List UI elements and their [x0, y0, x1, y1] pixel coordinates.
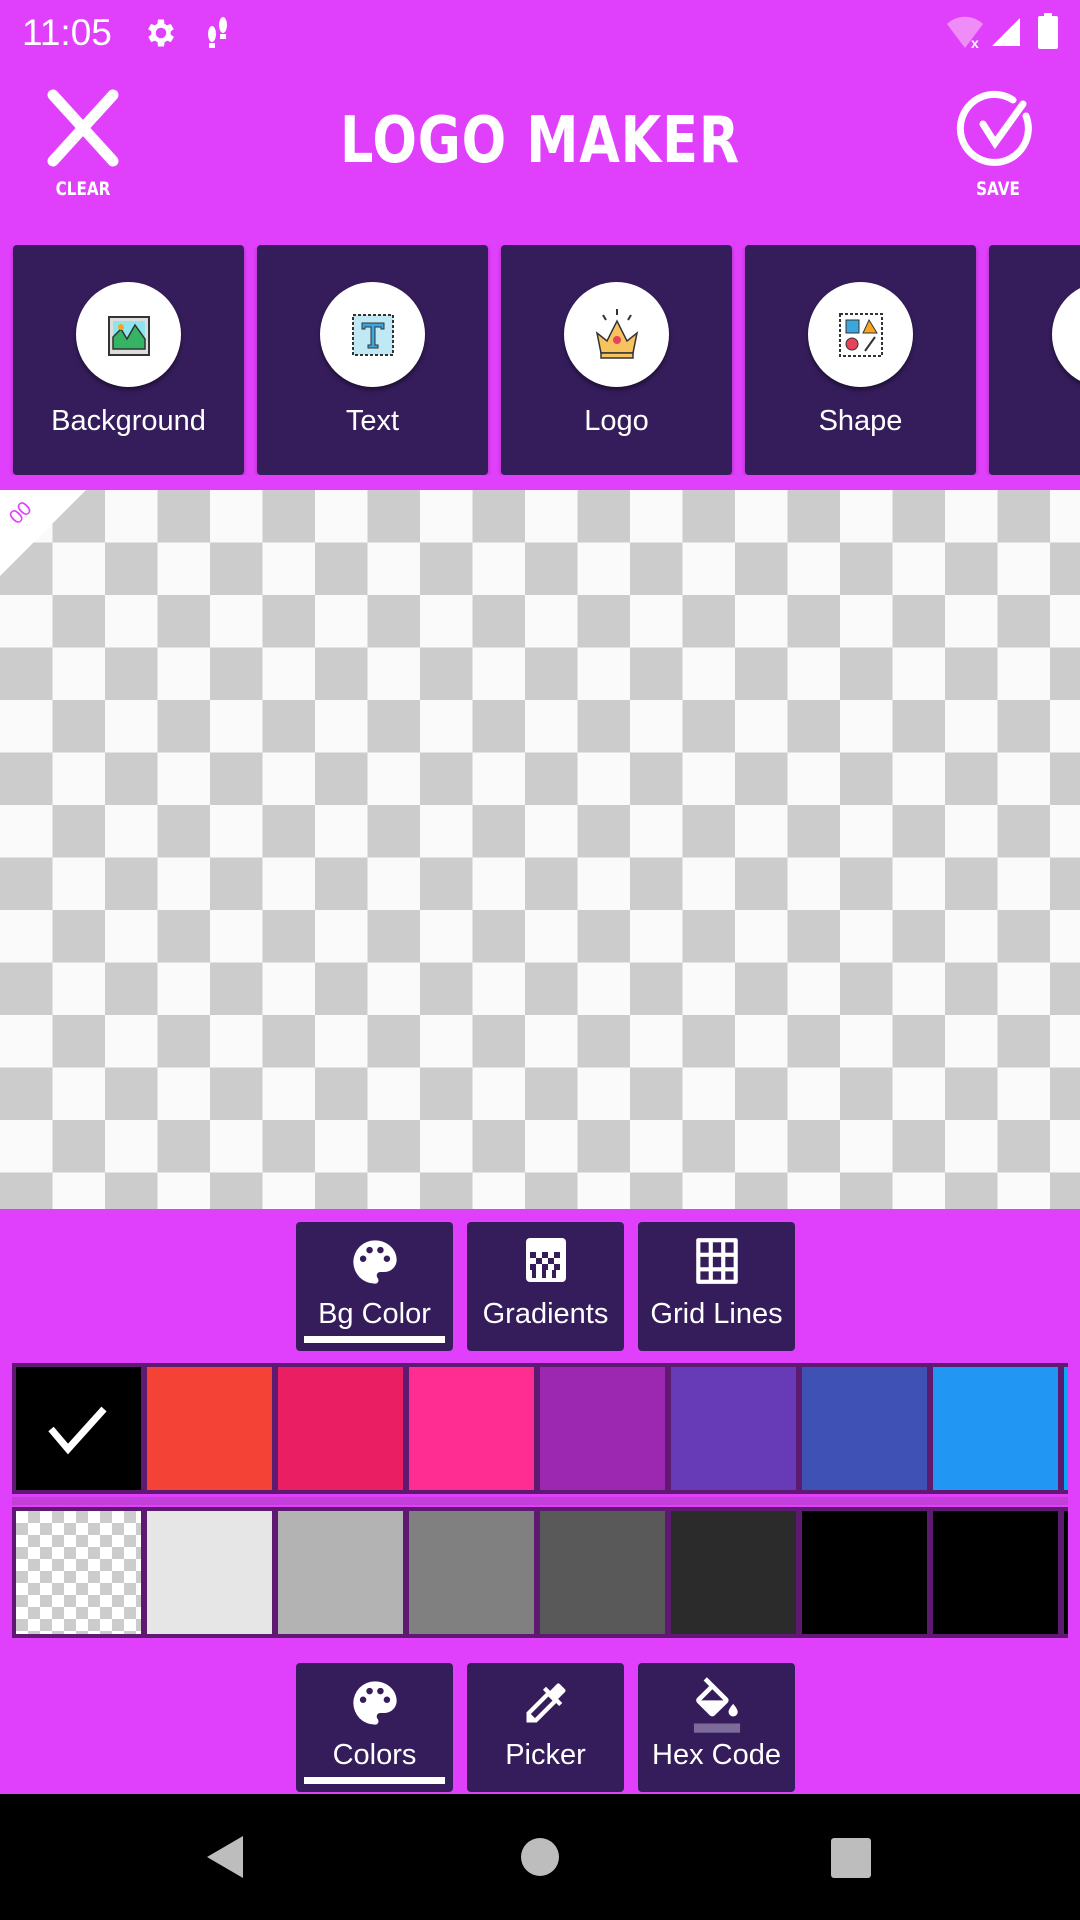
color-swatch[interactable] [1064, 1367, 1068, 1490]
tool-logo[interactable]: Logo [501, 245, 732, 475]
signal-icon [992, 18, 1020, 46]
color-swatch[interactable] [671, 1367, 796, 1490]
status-bar: 11:05 x [0, 0, 1080, 72]
icon-circle [1052, 282, 1080, 387]
palette-row-primary[interactable] [12, 1363, 1068, 1494]
text-box-icon [351, 313, 394, 356]
color-swatch[interactable] [540, 1511, 665, 1634]
tab-label: Picker [505, 1739, 586, 1771]
tab-picker[interactable]: Picker [467, 1663, 624, 1792]
tab-grid-lines[interactable]: Grid Lines [638, 1222, 795, 1351]
palette-row-grays[interactable] [12, 1507, 1068, 1638]
wifi-off-icon: x [947, 16, 983, 50]
tool-label: Shape [818, 405, 903, 437]
navigation-bar [0, 1794, 1080, 1920]
tab-colors[interactable]: Colors [296, 1663, 453, 1792]
shapes-icon [838, 312, 883, 357]
icon-circle [320, 282, 425, 387]
icon-circle [808, 282, 913, 387]
tool-draw[interactable]: Dr [989, 245, 1080, 475]
tool-text[interactable]: Text [257, 245, 488, 475]
color-swatch[interactable] [1064, 1511, 1068, 1634]
tool-label: Logo [584, 405, 649, 437]
svg-text:x: x [971, 35, 979, 50]
palette-icon [352, 1240, 397, 1284]
home-icon[interactable] [520, 1837, 560, 1877]
crown-icon [595, 308, 638, 359]
color-swatch[interactable] [147, 1367, 272, 1490]
palette-divider [12, 1497, 1068, 1505]
tab-label: Grid Lines [650, 1298, 783, 1330]
color-swatch[interactable] [802, 1511, 927, 1634]
color-swatch[interactable] [16, 1511, 141, 1634]
selected-indicator [304, 1336, 445, 1343]
icon-circle [76, 282, 181, 387]
tab-gradients[interactable]: Gradients [467, 1222, 624, 1351]
color-swatch[interactable] [16, 1367, 141, 1490]
footsteps-icon [208, 17, 227, 48]
gradient-icon [525, 1238, 566, 1282]
color-swatch[interactable] [409, 1367, 534, 1490]
palette-icon [352, 1681, 397, 1725]
tab-label: Hex Code [652, 1739, 781, 1771]
selected-indicator [304, 1777, 445, 1784]
color-swatch[interactable] [802, 1367, 927, 1490]
icon-circle [564, 282, 669, 387]
app-title: LOGO MAKER [339, 104, 741, 178]
tool-shape[interactable]: Shape [745, 245, 976, 475]
check-circle-icon [956, 90, 1032, 166]
settings-icon [148, 19, 174, 47]
tool-label: Background [51, 405, 206, 437]
save-label: SAVE [976, 178, 1020, 200]
picture-icon [107, 315, 150, 356]
color-swatch[interactable] [671, 1511, 796, 1634]
paint-bucket-icon [693, 1677, 740, 1733]
color-swatch[interactable] [540, 1367, 665, 1490]
design-canvas[interactable] [0, 490, 1080, 1209]
tool-label: Dr [989, 405, 1080, 438]
tool-background[interactable]: Background [13, 245, 244, 475]
tab-label: Colors [332, 1739, 417, 1771]
canvas-corner-badge [0, 490, 86, 576]
eyedropper-icon [526, 1683, 565, 1723]
color-swatch[interactable] [409, 1511, 534, 1634]
color-swatch[interactable] [147, 1511, 272, 1634]
color-swatch[interactable] [278, 1511, 403, 1634]
clear-label: CLEAR [55, 178, 111, 200]
check-icon [48, 1406, 107, 1455]
tab-label: Bg Color [318, 1298, 431, 1330]
status-time: 11:05 [22, 12, 112, 53]
back-icon[interactable] [205, 1834, 245, 1880]
tab-bg-color[interactable]: Bg Color [296, 1222, 453, 1351]
recents-icon[interactable] [831, 1838, 871, 1878]
grid-icon [695, 1238, 738, 1284]
tab-hex-code[interactable]: Hex Code [638, 1663, 795, 1792]
tool-strip[interactable]: Background Text Logo Shape Dr [0, 245, 1080, 475]
color-swatch[interactable] [278, 1367, 403, 1490]
color-swatch[interactable] [933, 1511, 1058, 1634]
color-swatch[interactable] [933, 1367, 1058, 1490]
tab-label: Gradients [482, 1298, 609, 1330]
save-button[interactable]: SAVE [943, 88, 1053, 203]
tool-label: Text [345, 405, 400, 437]
battery-icon [1038, 13, 1058, 49]
